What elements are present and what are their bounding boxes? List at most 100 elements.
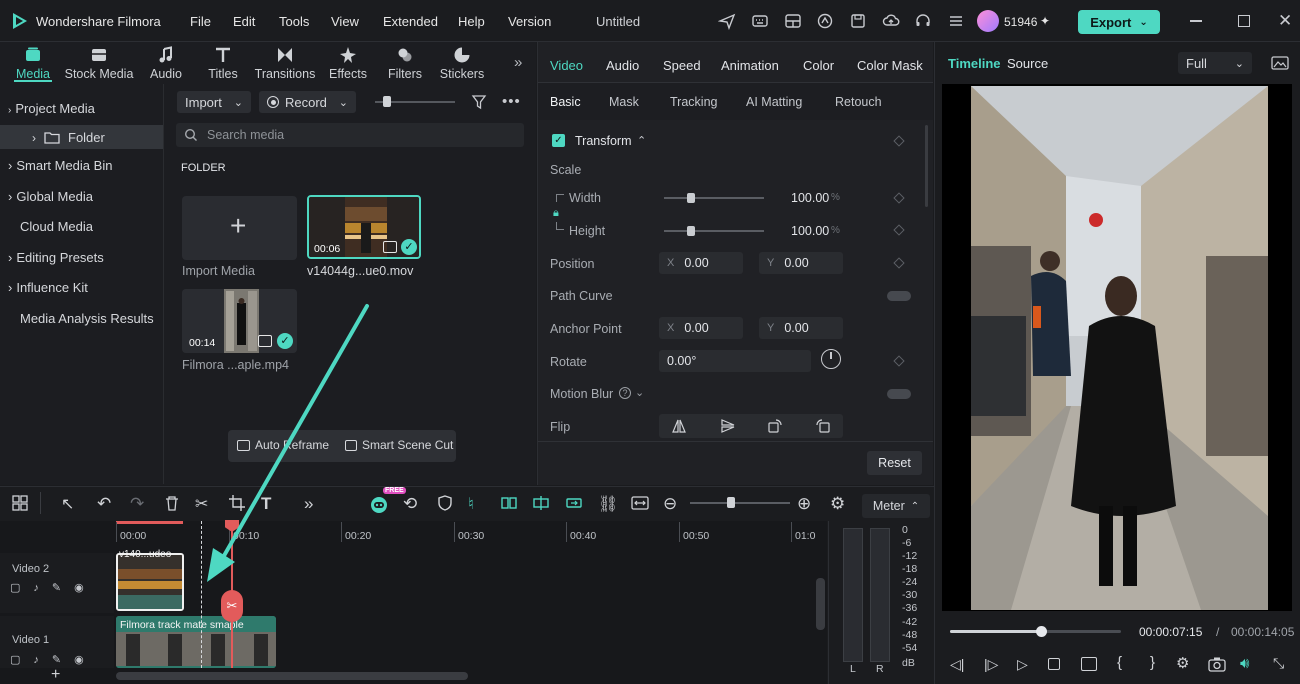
tab-color-mask[interactable]: Color Mask [857, 58, 923, 73]
menu-help[interactable]: Help [458, 14, 485, 29]
cloud-upload-icon[interactable] [882, 12, 900, 30]
thumbnail-size-thumb[interactable] [383, 96, 391, 107]
previous-frame-icon[interactable]: ◁| [950, 656, 964, 673]
record-dropdown[interactable]: Record ⌄ [259, 91, 356, 113]
motion-blur-toggle[interactable] [887, 389, 911, 399]
tool-filters[interactable]: Filters [375, 46, 435, 82]
anchor-x-field[interactable]: X 0.00 [659, 317, 743, 339]
meter-dropdown[interactable]: Meter ⌃ [862, 494, 930, 518]
track-controls-video2[interactable]: ▢♪✎◉ [10, 581, 97, 594]
mark-in-icon[interactable]: { [1117, 654, 1122, 671]
fit-timeline-icon[interactable] [631, 494, 651, 514]
unlink-icon[interactable]: ⛓ [598, 494, 618, 514]
sidebar-item-global-media[interactable]: › Global Media [8, 189, 93, 204]
menu-version[interactable]: Version [508, 14, 551, 29]
tool-titles[interactable]: Titles [193, 46, 253, 82]
save-icon[interactable] [849, 12, 867, 30]
ai-icon[interactable] [816, 12, 834, 30]
rotate-right-icon[interactable] [767, 418, 783, 434]
transform-checkbox[interactable]: ✓ [552, 134, 565, 147]
menu-list-icon[interactable] [947, 12, 965, 30]
redo-icon[interactable]: ↷ [130, 494, 150, 514]
sidebar-item-folder[interactable]: › Folder [32, 130, 105, 145]
tool-stickers[interactable]: Stickers [432, 46, 492, 82]
avatar[interactable] [977, 10, 999, 32]
work-area-marker[interactable] [116, 521, 183, 524]
width-slider-thumb[interactable] [687, 193, 695, 203]
crop-frame-icon[interactable] [1081, 657, 1097, 671]
fullscreen-icon[interactable]: ⤡ [1273, 655, 1284, 672]
flip-vertical-icon[interactable] [720, 418, 736, 434]
delete-icon[interactable] [163, 494, 183, 514]
timeline-vertical-scrollbar[interactable] [816, 578, 825, 630]
clip-video2[interactable] [116, 553, 184, 611]
tab-animation[interactable]: Animation [721, 58, 779, 73]
select-cursor-icon[interactable]: ↖ [61, 494, 81, 514]
tab-timeline[interactable]: Timeline [948, 56, 1001, 71]
position-y-field[interactable]: Y 0.00 [759, 252, 843, 274]
settings-gear-icon[interactable]: ⚙ [1176, 654, 1189, 672]
tool-media[interactable]: Media [3, 46, 63, 82]
height-value[interactable]: 100.00 [791, 224, 829, 238]
next-frame-icon[interactable]: |▷ [984, 656, 998, 673]
width-slider[interactable] [664, 197, 764, 199]
lock-icon[interactable]: 🔒︎ [553, 207, 559, 220]
subtab-retouch[interactable]: Retouch [835, 95, 882, 109]
minimize-icon[interactable] [1190, 20, 1202, 22]
zoom-out-icon[interactable]: ⊖ [663, 494, 683, 514]
tool-transitions[interactable]: Transitions [252, 46, 318, 82]
tab-color[interactable]: Color [803, 58, 834, 73]
help-icon[interactable]: ? [619, 387, 631, 399]
track-controls-video1[interactable]: ▢♪✎◉ [10, 653, 97, 666]
stop-icon[interactable] [1048, 658, 1060, 670]
subtab-ai-matting[interactable]: AI Matting [746, 95, 802, 109]
tab-speed[interactable]: Speed [663, 58, 701, 73]
props-scrollbar[interactable] [925, 125, 928, 207]
close-icon[interactable]: ✕ [1278, 11, 1292, 31]
rotate-left-icon[interactable] [815, 418, 831, 434]
quality-dropdown[interactable]: Full ⌄ [1178, 52, 1252, 74]
reset-button[interactable]: Reset [867, 451, 922, 475]
anchor-y-field[interactable]: Y 0.00 [759, 317, 843, 339]
menu-view[interactable]: View [331, 14, 359, 29]
settings-gear-icon[interactable]: ⚙ [830, 494, 850, 514]
sidebar-item-project-media[interactable]: › Project Media [8, 101, 95, 116]
layout-icon[interactable] [784, 12, 802, 30]
zoom-slider-thumb[interactable] [727, 497, 735, 508]
timeline-horizontal-scrollbar[interactable] [116, 672, 468, 680]
tool-audio[interactable]: Audio [136, 46, 196, 82]
zoom-in-icon[interactable]: ⊕ [797, 494, 817, 514]
preview-progress-knob[interactable] [1035, 626, 1047, 637]
split-marker-icon[interactable] [532, 494, 552, 514]
rotate-field[interactable]: 0.00° [659, 350, 811, 372]
play-icon[interactable]: ▷ [1017, 656, 1028, 673]
sidebar-item-smart-media-bin[interactable]: › Smart Media Bin [8, 158, 112, 173]
sidebar-item-media-analysis[interactable]: Media Analysis Results [20, 311, 154, 326]
undo-icon[interactable]: ↶ [97, 494, 117, 514]
subtab-tracking[interactable]: Tracking [670, 95, 717, 109]
tab-video[interactable]: Video [550, 58, 583, 73]
snapshot-frame-icon[interactable] [1271, 55, 1289, 71]
subtab-basic[interactable]: Basic [550, 95, 581, 109]
sidebar-item-influence-kit[interactable]: › Influence Kit [8, 280, 88, 295]
import-dropdown[interactable]: Import ⌄ [177, 91, 251, 113]
flip-horizontal-icon[interactable] [671, 418, 687, 434]
more-options-icon[interactable]: ••• [502, 93, 521, 110]
sidebar-item-editing-presets[interactable]: › Editing Presets [8, 250, 104, 265]
position-x-field[interactable]: X 0.00 [659, 252, 743, 274]
mark-out-icon[interactable]: } [1150, 654, 1155, 671]
auto-ripple-icon[interactable] [565, 494, 585, 514]
filter-icon[interactable] [471, 94, 487, 110]
tool-stock-media[interactable]: Stock Media [64, 46, 134, 82]
playhead-split-scissors-icon[interactable]: ✂ [221, 590, 243, 622]
sidebar-item-cloud-media[interactable]: Cloud Media [20, 219, 93, 234]
chevron-down-icon[interactable]: ⌄ [635, 386, 644, 399]
add-track-icon[interactable]: + [51, 666, 60, 684]
speed-ramp-icon[interactable]: ⟲ [403, 494, 423, 514]
tab-source[interactable]: Source [1007, 56, 1048, 71]
zoom-slider[interactable] [690, 502, 790, 504]
more-tools-icon[interactable]: » [514, 54, 522, 71]
menu-tools[interactable]: Tools [279, 14, 309, 29]
subtab-mask[interactable]: Mask [609, 95, 639, 109]
keyboard-icon[interactable] [751, 12, 769, 30]
